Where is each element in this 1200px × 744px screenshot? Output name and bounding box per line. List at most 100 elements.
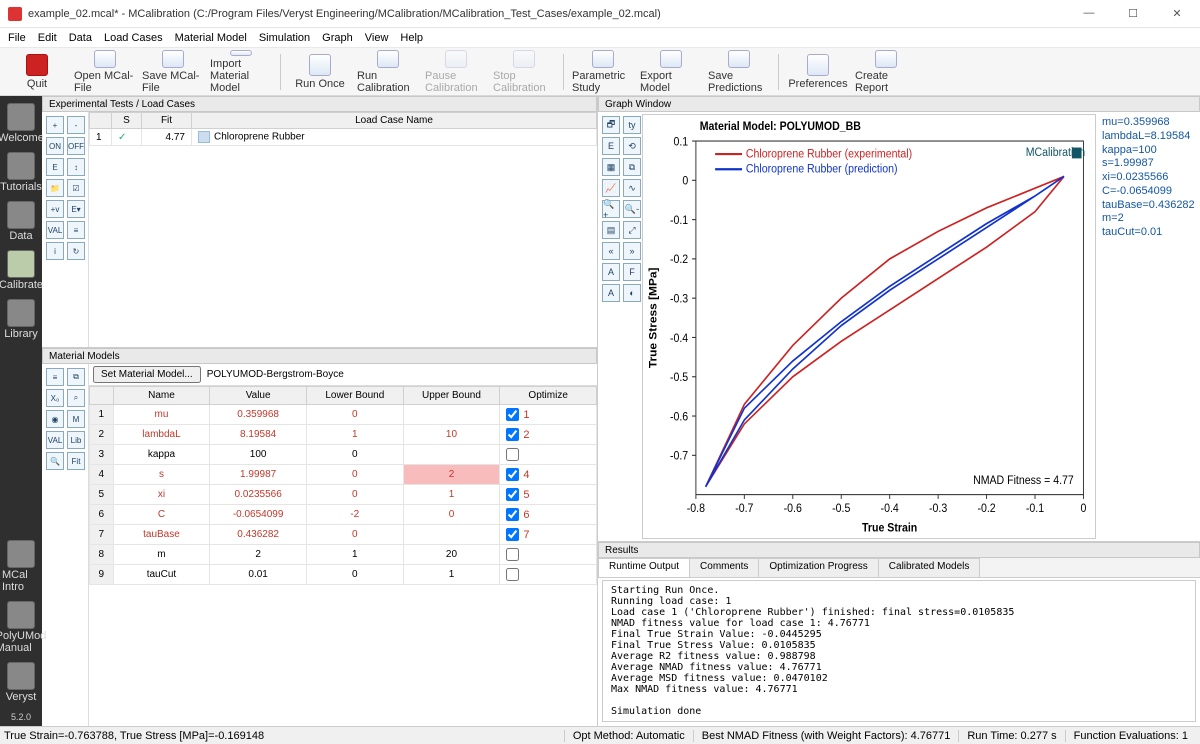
optimize-checkbox[interactable] bbox=[506, 468, 519, 481]
toolbar-create-report[interactable]: Create Report bbox=[855, 50, 917, 94]
toolbar-import-material-model[interactable]: Import Material Model bbox=[210, 50, 272, 94]
minimize-button[interactable]: — bbox=[1074, 7, 1104, 20]
menu-load-cases[interactable]: Load Cases bbox=[104, 32, 163, 44]
optimize-checkbox[interactable] bbox=[506, 408, 519, 421]
tab-optimization-progress[interactable]: Optimization Progress bbox=[758, 558, 878, 577]
graph-tool-icon[interactable]: ▤ bbox=[602, 221, 620, 239]
nav-welcome[interactable]: Welcome bbox=[2, 100, 40, 147]
mm-tool-icon[interactable]: VAL bbox=[46, 431, 64, 449]
toolbar-preferences[interactable]: Preferences bbox=[787, 50, 849, 94]
mm-tool-icon[interactable]: X₀ bbox=[46, 389, 64, 407]
lc-tool-icon[interactable]: ☑ bbox=[67, 179, 85, 197]
graph-tool-icon[interactable]: A bbox=[602, 284, 620, 302]
mm-tool-icon[interactable]: Lib bbox=[67, 431, 85, 449]
menu-edit[interactable]: Edit bbox=[38, 32, 57, 44]
optimize-checkbox[interactable] bbox=[506, 528, 519, 541]
set-material-model-button[interactable]: Set Material Model... bbox=[93, 366, 201, 383]
optimize-checkbox[interactable] bbox=[506, 428, 519, 441]
load-cases-table[interactable]: S Fit Load Case Name 1✓4.77Chloroprene R… bbox=[88, 112, 597, 347]
lc-tool-icon[interactable]: 📁 bbox=[46, 179, 64, 197]
runtime-output[interactable]: Starting Run Once. Running load case: 1 … bbox=[602, 580, 1196, 722]
graph-tool-icon[interactable]: » bbox=[623, 242, 641, 260]
graph-tool-icon[interactable]: 🔍- bbox=[623, 200, 641, 218]
lc-tool-icon[interactable]: VAL bbox=[46, 221, 64, 239]
chart-area[interactable]: Material Model: POLYUMOD_BBMCalibrationC… bbox=[642, 114, 1096, 539]
mm-tool-icon[interactable]: ≡ bbox=[46, 368, 64, 386]
load-case-row[interactable]: 1✓4.77Chloroprene Rubber bbox=[90, 129, 597, 146]
toolbar-run-calibration[interactable]: Run Calibration bbox=[357, 50, 419, 94]
header-ub[interactable]: Upper Bound bbox=[403, 387, 500, 405]
mm-tool-icon[interactable]: 🔍 bbox=[46, 452, 64, 470]
toolbar-save-mcal-file[interactable]: Save MCal-File bbox=[142, 50, 204, 94]
toolbar-save-predictions[interactable]: Save Predictions bbox=[708, 50, 770, 94]
toolbar-parametric-study[interactable]: Parametric Study bbox=[572, 50, 634, 94]
lc-tool-icon[interactable]: ON bbox=[46, 137, 64, 155]
graph-tool-icon[interactable]: 🗗 bbox=[602, 116, 620, 134]
graph-tool-icon[interactable]: ty bbox=[623, 116, 641, 134]
graph-tool-icon[interactable]: 📈 bbox=[602, 179, 620, 197]
menu-simulation[interactable]: Simulation bbox=[259, 32, 310, 44]
nav-mcal-intro[interactable]: MCal Intro bbox=[2, 537, 40, 596]
header-opt[interactable]: Optimize bbox=[500, 387, 597, 405]
lc-tool-icon[interactable]: ↕ bbox=[67, 158, 85, 176]
maximize-button[interactable]: ☐ bbox=[1118, 7, 1148, 20]
optimize-checkbox[interactable] bbox=[506, 568, 519, 581]
menu-material-model[interactable]: Material Model bbox=[175, 32, 247, 44]
nav-library[interactable]: Library bbox=[2, 296, 40, 343]
header-name[interactable]: Load Case Name bbox=[192, 113, 597, 129]
mm-tool-icon[interactable]: ⧉ bbox=[67, 368, 85, 386]
lc-tool-icon[interactable]: i bbox=[46, 242, 64, 260]
mm-tool-icon[interactable]: ◉ bbox=[46, 410, 64, 428]
lc-tool-icon[interactable]: - bbox=[67, 116, 85, 134]
optimize-checkbox[interactable] bbox=[506, 508, 519, 521]
param-row[interactable]: 5 xi 0.0235566 0 1 5 bbox=[90, 485, 597, 505]
mm-tool-icon[interactable]: Fit bbox=[67, 452, 85, 470]
header-fit[interactable]: Fit bbox=[142, 113, 192, 129]
optimize-checkbox[interactable] bbox=[506, 448, 519, 461]
mm-tool-icon[interactable]: ⌕ bbox=[67, 389, 85, 407]
param-row[interactable]: 3 kappa 100 0 bbox=[90, 445, 597, 465]
menu-view[interactable]: View bbox=[365, 32, 389, 44]
graph-tool-icon[interactable]: ▦ bbox=[602, 158, 620, 176]
nav-veryst[interactable]: Veryst bbox=[2, 659, 40, 706]
header-s[interactable]: S bbox=[112, 113, 142, 129]
graph-tool-icon[interactable]: ∿ bbox=[623, 179, 641, 197]
param-row[interactable]: 6 C -0.0654099 -2 0 6 bbox=[90, 505, 597, 525]
tab-calibrated-models[interactable]: Calibrated Models bbox=[878, 558, 981, 577]
toolbar-run-once[interactable]: Run Once bbox=[289, 50, 351, 94]
graph-tool-icon[interactable]: ⤢ bbox=[623, 221, 641, 239]
graph-tool-icon[interactable]: 🔍+ bbox=[602, 200, 620, 218]
graph-tool-icon[interactable]: ⟲ bbox=[623, 137, 641, 155]
nav-polyumod-manual[interactable]: PolyUMod Manual bbox=[2, 598, 40, 657]
menu-file[interactable]: File bbox=[8, 32, 26, 44]
graph-tool-icon[interactable]: ⧉ bbox=[623, 158, 641, 176]
nav-data[interactable]: Data bbox=[2, 198, 40, 245]
graph-tool-icon[interactable]: F bbox=[623, 263, 641, 281]
tab-comments[interactable]: Comments bbox=[689, 558, 759, 577]
menu-help[interactable]: Help bbox=[400, 32, 423, 44]
material-model-table[interactable]: Name Value Lower Bound Upper Bound Optim… bbox=[89, 386, 597, 726]
optimize-checkbox[interactable] bbox=[506, 548, 519, 561]
menu-data[interactable]: Data bbox=[69, 32, 92, 44]
close-button[interactable]: ✕ bbox=[1162, 7, 1192, 20]
lc-tool-icon[interactable]: ↻ bbox=[67, 242, 85, 260]
header-name[interactable]: Name bbox=[113, 387, 210, 405]
toolbar-export-model[interactable]: Export Model bbox=[640, 50, 702, 94]
tab-runtime-output[interactable]: Runtime Output bbox=[598, 558, 690, 577]
optimize-checkbox[interactable] bbox=[506, 488, 519, 501]
lc-tool-icon[interactable]: OFF bbox=[67, 137, 85, 155]
param-row[interactable]: 7 tauBase 0.436282 0 7 bbox=[90, 525, 597, 545]
lc-tool-icon[interactable]: E bbox=[46, 158, 64, 176]
lc-tool-icon[interactable]: ≡ bbox=[67, 221, 85, 239]
graph-tool-icon[interactable]: ◐ bbox=[623, 284, 641, 302]
mm-tool-icon[interactable]: M bbox=[67, 410, 85, 428]
nav-tutorials[interactable]: Tutorials bbox=[2, 149, 40, 196]
toolbar-quit[interactable]: Quit bbox=[6, 50, 68, 94]
header-value[interactable]: Value bbox=[210, 387, 307, 405]
header-lb[interactable]: Lower Bound bbox=[306, 387, 403, 405]
nav-calibrate[interactable]: Calibrate bbox=[2, 247, 40, 294]
lc-tool-icon[interactable]: + bbox=[46, 116, 64, 134]
lc-tool-icon[interactable]: E▾ bbox=[67, 200, 85, 218]
menu-graph[interactable]: Graph bbox=[322, 32, 353, 44]
param-row[interactable]: 9 tauCut 0.01 0 1 bbox=[90, 565, 597, 585]
